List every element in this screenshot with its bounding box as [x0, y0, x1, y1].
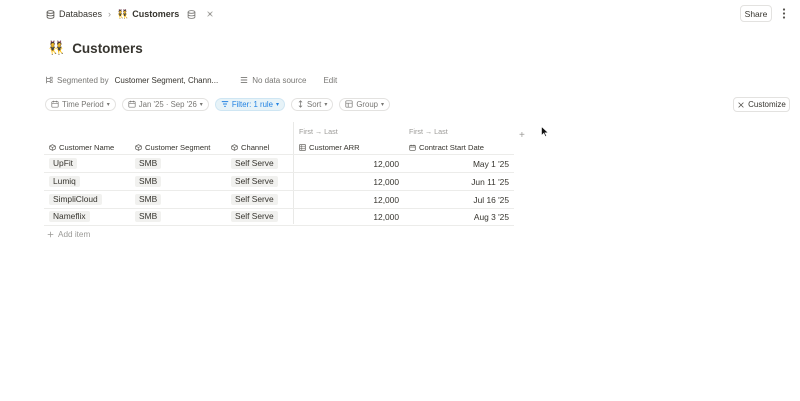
- date-cell[interactable]: Aug 3 '25: [409, 211, 509, 222]
- column-header-label: Customer Segment: [145, 143, 211, 152]
- column-header-channel[interactable]: Channel: [231, 141, 269, 154]
- page-emoji-icon[interactable]: 👯: [48, 40, 64, 56]
- table-row[interactable]: Nameflix SMB Self Serve 12,000 Aug 3 '25: [44, 208, 514, 225]
- segment-cell[interactable]: SMB: [135, 211, 162, 222]
- filter-icon: [221, 100, 229, 108]
- segmented-by-label: Segmented by: [57, 75, 109, 85]
- segment-cell[interactable]: SMB: [135, 176, 162, 187]
- column-header-label: Channel: [241, 143, 270, 152]
- page-title: 👯 Customers: [48, 38, 143, 58]
- database-icon: [46, 9, 55, 19]
- breadcrumb-separator: ›: [108, 9, 112, 19]
- dancers-emoji-icon: 👯: [117, 8, 129, 19]
- add-item-label: Add item: [58, 229, 91, 239]
- list-icon: [240, 76, 248, 84]
- number-table-icon: [299, 144, 306, 151]
- date-cell[interactable]: Jun 11 '25: [409, 176, 509, 187]
- sort-label: Sort: [307, 99, 322, 109]
- table-row[interactable]: Lumiq SMB Self Serve 12,000 Jun 11 '25: [44, 173, 514, 190]
- calendar-icon: [51, 100, 59, 108]
- customer-name-cell[interactable]: Nameflix: [49, 211, 90, 222]
- calendar-icon: [409, 144, 416, 151]
- segment-cell[interactable]: SMB: [135, 194, 162, 205]
- relation-icon: [49, 144, 56, 151]
- customize-label: Customize: [748, 100, 786, 109]
- date-range-chip[interactable]: Jan '25 · Sep '26 ▾: [121, 97, 209, 111]
- arr-cell[interactable]: 12,000: [299, 158, 399, 169]
- arr-cell[interactable]: 12,000: [299, 211, 399, 222]
- group-chip[interactable]: Group ▾: [339, 97, 391, 111]
- add-item-button[interactable]: Add item: [47, 228, 90, 240]
- relation-icon: [135, 144, 142, 151]
- customize-button[interactable]: Customize: [733, 97, 790, 112]
- filter-label: Filter: 1 rule: [231, 99, 273, 109]
- segmented-by-value[interactable]: Customer Segment, Chann...: [115, 76, 219, 85]
- view-controls: Time Period ▾ Jan '25 · Sep '26 ▾ Filter…: [45, 97, 391, 111]
- chevron-down-icon: ▾: [275, 101, 279, 108]
- segment-icon: [45, 76, 53, 84]
- row-divider: [44, 225, 514, 226]
- plus-icon: [47, 231, 54, 238]
- arr-cell[interactable]: 12,000: [299, 176, 399, 187]
- channel-cell[interactable]: Self Serve: [231, 176, 278, 187]
- breadcrumb-customers-label: Customers: [132, 9, 180, 19]
- customize-icon: [737, 101, 745, 109]
- group-label: Group: [356, 99, 378, 109]
- date-range-label: Jan '25 · Sep '26: [138, 99, 197, 109]
- channel-cell[interactable]: Self Serve: [231, 194, 278, 205]
- data-source-label[interactable]: No data source: [252, 76, 306, 85]
- table-row[interactable]: UpFit SMB Self Serve 12,000 May 1 '25: [44, 155, 514, 172]
- segment-cell[interactable]: SMB: [135, 158, 162, 169]
- add-column-button[interactable]: +: [519, 130, 525, 141]
- breadcrumb-databases-label: Databases: [59, 9, 103, 19]
- calendar-icon: [128, 100, 136, 108]
- more-options-button[interactable]: [778, 6, 790, 20]
- column-header-label: Contract Start Date: [419, 143, 484, 152]
- segmented-bar: Segmented by Customer Segment, Chann... …: [45, 74, 337, 86]
- date-cell[interactable]: May 1 '25: [409, 158, 509, 169]
- column-header-label: Customer Name: [59, 143, 115, 152]
- date-cell[interactable]: Jul 16 '25: [409, 194, 509, 205]
- unlink-icon[interactable]: [206, 10, 214, 18]
- column-header-customer-arr[interactable]: Customer ARR: [299, 141, 360, 154]
- chevron-down-icon: ▾: [199, 101, 203, 108]
- share-button[interactable]: Share: [740, 5, 772, 22]
- vertical-ellipsis-icon: [782, 7, 786, 19]
- time-period-chip[interactable]: Time Period ▾: [45, 97, 116, 111]
- column-header-contract-start-date[interactable]: Contract Start Date: [409, 141, 484, 154]
- arr-aggregation-label[interactable]: First → Last: [299, 127, 338, 136]
- column-header-customer-segment[interactable]: Customer Segment: [135, 141, 210, 154]
- sort-chip[interactable]: Sort ▾: [291, 97, 334, 111]
- relation-icon: [231, 144, 238, 151]
- time-period-label: Time Period: [62, 99, 104, 109]
- filter-chip[interactable]: Filter: 1 rule ▾: [214, 97, 285, 111]
- channel-cell[interactable]: Self Serve: [231, 158, 278, 169]
- customer-name-cell[interactable]: Lumiq: [49, 176, 80, 187]
- chevron-down-icon: ▾: [324, 101, 328, 108]
- database-icon: [187, 9, 196, 19]
- page-title-text[interactable]: Customers: [72, 41, 143, 56]
- customer-name-cell[interactable]: SimpliCloud: [49, 194, 102, 205]
- group-icon: [345, 100, 353, 108]
- mouse-cursor-icon: [541, 126, 549, 137]
- table-row[interactable]: SimpliCloud SMB Self Serve 12,000 Jul 16…: [44, 191, 514, 208]
- channel-cell[interactable]: Self Serve: [231, 211, 278, 222]
- customer-name-cell[interactable]: UpFit: [49, 158, 78, 169]
- sort-icon: [297, 100, 304, 108]
- chevron-down-icon: ▾: [106, 101, 110, 108]
- edit-link[interactable]: Edit: [323, 76, 337, 85]
- customers-table: First → Last First → Last Customer Name …: [44, 122, 514, 232]
- date-aggregation-label[interactable]: First → Last: [409, 127, 448, 136]
- chevron-down-icon: ▾: [381, 101, 385, 108]
- breadcrumb-customers[interactable]: 👯 Customers: [117, 9, 214, 20]
- arr-cell[interactable]: 12,000: [299, 194, 399, 205]
- column-header-label: Customer ARR: [309, 143, 360, 152]
- breadcrumb-databases[interactable]: Databases: [46, 9, 102, 19]
- column-header-customer-name[interactable]: Customer Name: [49, 141, 114, 154]
- breadcrumb: Databases › 👯 Customers: [46, 7, 214, 21]
